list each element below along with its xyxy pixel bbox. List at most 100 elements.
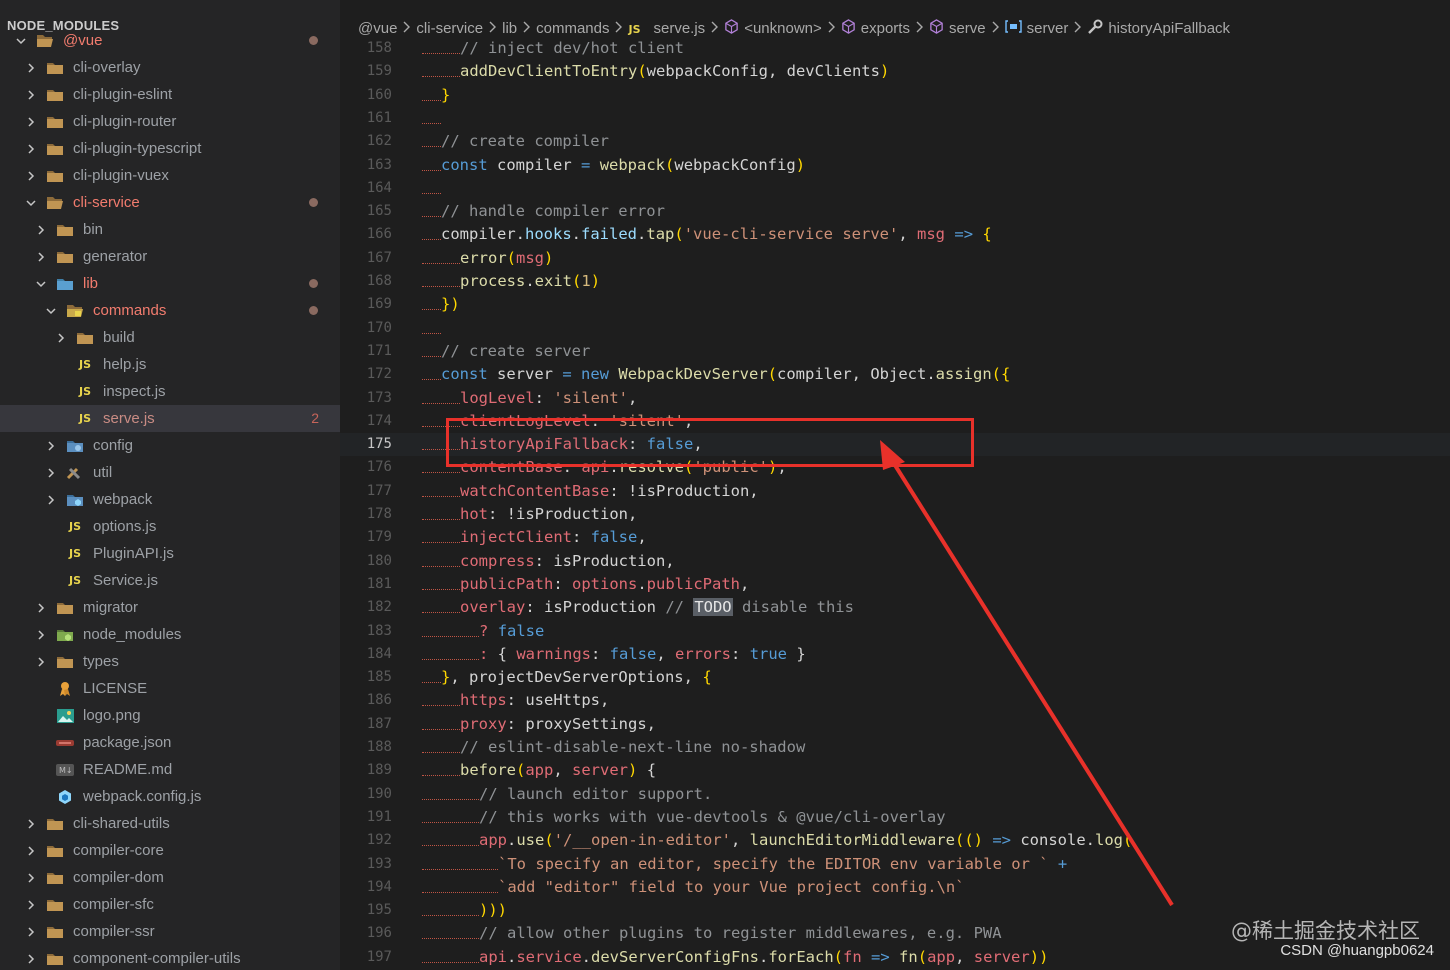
tree-item-build[interactable]: build	[0, 324, 340, 351]
tree-item-lib[interactable]: lib	[0, 270, 340, 297]
chevron-right-icon[interactable]	[24, 115, 38, 129]
chevron-right-icon[interactable]	[24, 169, 38, 183]
breadcrumb-item[interactable]: JS serve.js	[628, 20, 705, 37]
tree-item-inspect-js[interactable]: JS inspect.js	[0, 378, 340, 405]
tree-item-license[interactable]: LICENSE	[0, 675, 340, 702]
code-line[interactable]: 189 before(app, server) {	[340, 759, 1450, 782]
code-line[interactable]: 182 overlay: isProduction // TODO disable…	[340, 596, 1450, 619]
tree-item-options-js[interactable]: JS options.js	[0, 513, 340, 540]
tree-item-serve-js[interactable]: JS serve.js 2	[0, 405, 340, 432]
tree-item-compiler-dom[interactable]: compiler-dom	[0, 864, 340, 891]
chevron-right-icon[interactable]	[54, 331, 68, 345]
code-line[interactable]: 160}	[340, 84, 1450, 107]
code-editor[interactable]: @vue cli-service lib commands JS serve.js <unk…	[340, 0, 1450, 970]
code-line[interactable]: 172 const server = new WebpackDevServer(c…	[340, 363, 1450, 386]
tree-item-readme-md[interactable]: M↓ README.md	[0, 756, 340, 783]
code-line[interactable]: 163 const compiler = webpack(webpackConfi…	[340, 154, 1450, 177]
breadcrumb-item[interactable]: lib	[502, 20, 517, 37]
chevron-right-icon[interactable]	[24, 898, 38, 912]
breadcrumb-item[interactable]: commands	[536, 20, 609, 37]
code-line[interactable]: 169})	[340, 293, 1450, 316]
tree-item-pluginapi-js[interactable]: JS PluginAPI.js	[0, 540, 340, 567]
code-line[interactable]: 185}, projectDevServerOptions, {	[340, 666, 1450, 689]
breadcrumb-item[interactable]: exports	[841, 19, 910, 37]
breadcrumb-item[interactable]: serve	[929, 19, 986, 37]
tree-item-vue[interactable]: @vue	[0, 27, 340, 54]
code-line[interactable]: 194 `add "editor" field to your Vue proje…	[340, 876, 1450, 899]
code-area[interactable]: 158 // inject dev/hot client 159 addDevClie…	[340, 37, 1450, 970]
chevron-right-icon[interactable]	[24, 817, 38, 831]
chevron-right-icon[interactable]	[34, 655, 48, 669]
code-line[interactable]: 162 // create compiler	[340, 130, 1450, 153]
chevron-down-icon[interactable]	[44, 304, 58, 318]
code-line[interactable]: 168 process.exit(1)	[340, 270, 1450, 293]
tree-item-generator[interactable]: generator	[0, 243, 340, 270]
chevron-right-icon[interactable]	[44, 466, 58, 480]
chevron-down-icon[interactable]	[34, 277, 48, 291]
code-line[interactable]: 179 injectClient: false,	[340, 526, 1450, 549]
tree-item-webpack[interactable]: webpack	[0, 486, 340, 513]
tree-item-component-compiler-utils[interactable]: component-compiler-utils	[0, 945, 340, 970]
code-line[interactable]: 177 watchContentBase: !isProduction,	[340, 480, 1450, 503]
chevron-right-icon[interactable]	[24, 142, 38, 156]
code-line[interactable]: 165 // handle compiler error	[340, 200, 1450, 223]
code-line[interactable]: 184: { warnings: false, errors: true }	[340, 643, 1450, 666]
chevron-down-icon[interactable]	[14, 34, 28, 48]
code-line[interactable]: 159 addDevClientToEntry(webpackConfig, de…	[340, 60, 1450, 83]
code-line[interactable]: 170	[340, 317, 1450, 340]
chevron-right-icon[interactable]	[34, 223, 48, 237]
tree-item-node-modules[interactable]: node_modules	[0, 621, 340, 648]
code-line[interactable]: 193 `To specify an editor, specify the ED…	[340, 853, 1450, 876]
code-line[interactable]: 187 proxy: proxySettings,	[340, 713, 1450, 736]
tree-item-cli-plugin-router[interactable]: cli-plugin-router	[0, 108, 340, 135]
chevron-right-icon[interactable]	[34, 601, 48, 615]
tree-item-util[interactable]: util	[0, 459, 340, 486]
tree-item-types[interactable]: types	[0, 648, 340, 675]
tree-item-compiler-sfc[interactable]: compiler-sfc	[0, 891, 340, 918]
tree-item-cli-service[interactable]: cli-service	[0, 189, 340, 216]
code-line[interactable]: 180 compress: isProduction,	[340, 550, 1450, 573]
code-line[interactable]: 158 // inject dev/hot client	[340, 37, 1450, 60]
tree-item-cli-shared-utils[interactable]: cli-shared-utils	[0, 810, 340, 837]
code-line[interactable]: 171 // create server	[340, 340, 1450, 363]
tree-item-config[interactable]: config	[0, 432, 340, 459]
code-line[interactable]: 167 error(msg)	[340, 247, 1450, 270]
code-line[interactable]: 161	[340, 107, 1450, 130]
tree-item-cli-overlay[interactable]: cli-overlay	[0, 54, 340, 81]
tree-item-webpack-config-js[interactable]: webpack.config.js	[0, 783, 340, 810]
tree-item-cli-plugin-eslint[interactable]: cli-plugin-eslint	[0, 81, 340, 108]
chevron-right-icon[interactable]	[44, 439, 58, 453]
code-line[interactable]: 191 // this works with vue-devtools & @vu…	[340, 806, 1450, 829]
breadcrumb-item[interactable]: <unknown>	[724, 19, 822, 37]
chevron-right-icon[interactable]	[24, 61, 38, 75]
code-line[interactable]: 166 compiler.hooks.failed.tap('vue-cli-se…	[340, 223, 1450, 246]
code-line[interactable]: 188 // eslint-disable-next-line no-shadow	[340, 736, 1450, 759]
tree-item-commands[interactable]: commands	[0, 297, 340, 324]
chevron-right-icon[interactable]	[34, 628, 48, 642]
breadcrumb-item[interactable]: historyApiFallback	[1087, 19, 1230, 38]
chevron-right-icon[interactable]	[24, 925, 38, 939]
tree-item-cli-plugin-vuex[interactable]: cli-plugin-vuex	[0, 162, 340, 189]
chevron-right-icon[interactable]	[24, 871, 38, 885]
code-line[interactable]: 173 logLevel: 'silent',	[340, 387, 1450, 410]
tree-item-bin[interactable]: bin	[0, 216, 340, 243]
tree-item-compiler-core[interactable]: compiler-core	[0, 837, 340, 864]
tree-item-logo-png[interactable]: logo.png	[0, 702, 340, 729]
code-line[interactable]: 190 // launch editor support.	[340, 783, 1450, 806]
code-line[interactable]: 192 app.use('/__open-in-editor', launchEd…	[340, 829, 1450, 852]
chevron-right-icon[interactable]	[24, 952, 38, 966]
code-line[interactable]: 186 https: useHttps,	[340, 689, 1450, 712]
chevron-right-icon[interactable]	[44, 493, 58, 507]
breadcrumb-item[interactable]: server	[1004, 20, 1068, 37]
chevron-down-icon[interactable]	[24, 196, 38, 210]
tree-item-help-js[interactable]: JS help.js	[0, 351, 340, 378]
tree-item-compiler-ssr[interactable]: compiler-ssr	[0, 918, 340, 945]
code-line[interactable]: 181 publicPath: options.publicPath,	[340, 573, 1450, 596]
chevron-right-icon[interactable]	[24, 844, 38, 858]
code-line[interactable]: 178 hot: !isProduction,	[340, 503, 1450, 526]
tree-item-service-js[interactable]: JS Service.js	[0, 567, 340, 594]
breadcrumb-item[interactable]: cli-service	[416, 20, 483, 37]
breadcrumb-item[interactable]: @vue	[358, 20, 397, 37]
code-line[interactable]: 183? false	[340, 620, 1450, 643]
code-line[interactable]: 164	[340, 177, 1450, 200]
